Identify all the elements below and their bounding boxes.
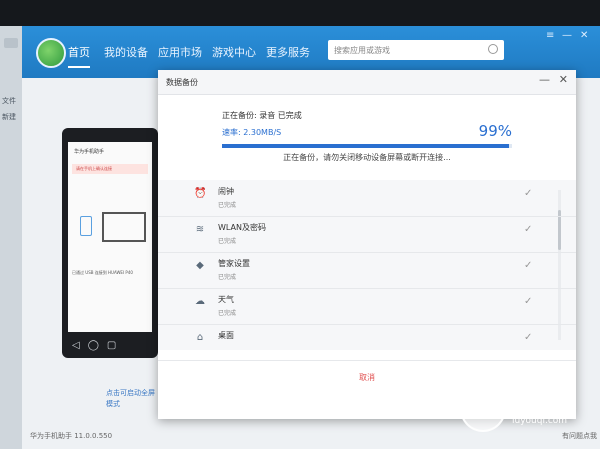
hint-line: 点击可启动全屏 [106, 389, 155, 397]
cancel-button[interactable]: 取消 [158, 372, 576, 383]
close-icon[interactable]: ✕ [580, 30, 588, 41]
phone-screen-title: 华为手机助手 [74, 149, 105, 155]
nav-game-center[interactable]: 游戏中心 [212, 44, 256, 60]
dialog-title: 数据备份 [166, 78, 198, 87]
router-logo-icon [460, 386, 506, 432]
phone-device-icon [80, 216, 92, 236]
watermark: 路由器 luyouqi.com [460, 386, 592, 438]
check-icon: ✓ [524, 332, 533, 343]
list-item: ◆ 管家设置已完成 ✓ [158, 252, 576, 289]
version-label: 华为手机助手 11.0.0.550 [30, 432, 113, 440]
background-window-strip: 文件 新建 [0, 26, 22, 449]
item-status: 已完成 [218, 310, 237, 317]
search-placeholder: 搜索应用或游戏 [334, 45, 390, 55]
backup-percent: 99% [478, 122, 512, 140]
check-icon: ✓ [524, 188, 533, 199]
item-name: 天气 [218, 295, 234, 304]
menu-icon[interactable]: ≡ [546, 30, 554, 41]
strip-label-file: 文件 [2, 97, 16, 105]
dialog-minimize-icon[interactable]: — [539, 73, 550, 86]
item-status: 已完成 [218, 202, 237, 209]
hint-line: 模式 [106, 400, 120, 408]
backup-speed: 速率: 2.30MB/S [222, 128, 282, 137]
check-icon: ✓ [524, 260, 533, 271]
list-item: ≋ WLAN及密码 已完成 ✓ [158, 216, 576, 253]
backup-dialog: 数据备份 — ✕ 正在备份: 录音 已完成 速率: 2.30MB/S 99% 正… [158, 70, 576, 419]
alarm-icon: ⏰ [194, 188, 207, 199]
list-item: ⌂ 桌面 ✓ [158, 324, 576, 361]
dialog-header: 数据备份 — ✕ [158, 70, 576, 95]
phone-nav-keys-icon: ◁◯▢ [72, 340, 125, 351]
phone-screen: 华为手机助手 请在手机上确认连接 已通过 USB 连接到 HUAWEI P40 [68, 142, 152, 332]
backup-note: 正在备份，请勿关闭移动设备屏幕或断开连接... [283, 153, 451, 162]
strip-label-new: 新建 [2, 113, 16, 121]
folder-icon [4, 38, 18, 48]
check-icon: ✓ [524, 296, 533, 307]
home-icon: ⌂ [196, 332, 204, 343]
item-name: 管家设置 [218, 259, 250, 268]
weather-icon: ☁ [195, 296, 205, 307]
dialog-close-icon[interactable]: ✕ [559, 73, 568, 86]
backup-status: 正在备份: 录音 已完成 [222, 111, 302, 120]
shield-icon: ◆ [196, 260, 204, 271]
item-status: 已完成 [218, 274, 237, 281]
minimize-icon[interactable]: — [562, 30, 572, 41]
app-logo-icon [36, 38, 66, 68]
backup-item-list[interactable]: ⏰ 闹钟 已完成 ✓ ≋ WLAN及密码 已完成 ✓ ◆ 管家设置 已完成 ✓ ☁ 天气 已完成 ✓ ⌂ 桌面 ✓ [158, 180, 576, 361]
phone-banner: 请在手机上确认连接 [72, 164, 148, 174]
nav-app-market[interactable]: 应用市场 [158, 44, 202, 60]
phone-caption: 已通过 USB 连接到 HUAWEI P40 [72, 270, 133, 275]
watermark-url: luyouqi.com [512, 416, 568, 426]
search-input[interactable]: 搜索应用或游戏 [328, 40, 504, 60]
progress-bar [222, 144, 512, 148]
search-icon[interactable] [488, 44, 498, 54]
item-status: 已完成 [218, 238, 237, 245]
list-item: ☁ 天气已完成 ✓ [158, 288, 576, 325]
progress-fill [222, 144, 510, 148]
fullscreen-hint[interactable]: 点击可启动全屏 模式 [106, 388, 155, 410]
item-name: WLAN及密码 [218, 223, 267, 232]
monitor-bezel [0, 0, 600, 26]
check-icon: ✓ [524, 224, 533, 235]
item-name: 闹钟 [218, 187, 234, 196]
nav-home[interactable]: 首页 [68, 44, 90, 68]
nav-my-device[interactable]: 我的设备 [104, 44, 148, 60]
nav-more-services[interactable]: 更多服务 [266, 44, 310, 60]
item-name: 桌面 [218, 331, 234, 340]
list-item: ⏰ 闹钟已完成 ✓ [158, 180, 576, 217]
wifi-icon: ≋ [195, 224, 205, 235]
monitor-icon [102, 212, 146, 242]
phone-preview: 华为手机助手 请在手机上确认连接 已通过 USB 连接到 HUAWEI P40 … [62, 128, 158, 358]
